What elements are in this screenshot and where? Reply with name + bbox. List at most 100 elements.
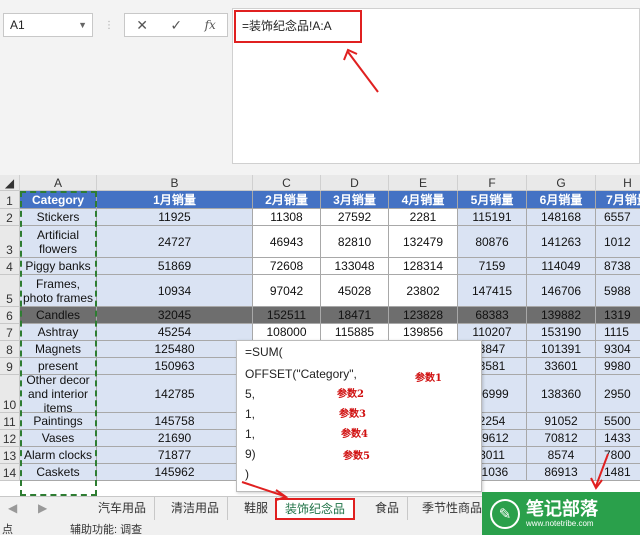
value-cell[interactable]: 139882: [527, 307, 596, 324]
value-cell[interactable]: 45028: [321, 275, 389, 307]
category-cell[interactable]: Alarm clocks: [20, 447, 97, 464]
value-cell[interactable]: 23802: [389, 275, 458, 307]
value-cell[interactable]: 153190: [527, 324, 596, 341]
row-header[interactable]: 2: [0, 209, 20, 226]
row-header[interactable]: 13: [0, 447, 20, 464]
value-cell[interactable]: 10934: [97, 275, 253, 307]
value-cell[interactable]: 2950: [596, 375, 640, 413]
value-cell[interactable]: 150963: [97, 358, 253, 375]
value-cell[interactable]: 1319: [596, 307, 640, 324]
value-cell[interactable]: 82810: [321, 226, 389, 258]
value-cell[interactable]: 9980: [596, 358, 640, 375]
value-cell[interactable]: 33601: [527, 358, 596, 375]
row-header[interactable]: 4: [0, 258, 20, 275]
value-cell[interactable]: 5988: [596, 275, 640, 307]
category-cell[interactable]: Magnets: [20, 341, 97, 358]
value-cell[interactable]: 1115: [596, 324, 640, 341]
value-cell[interactable]: 11925: [97, 209, 253, 226]
category-cell[interactable]: Artificial flowers: [20, 226, 97, 258]
value-cell[interactable]: 8574: [527, 447, 596, 464]
category-cell[interactable]: Other decor and interior items: [20, 375, 97, 413]
tab-sheet-6[interactable]: 季节性商品: [414, 497, 490, 520]
header-cell[interactable]: 5月销量: [458, 191, 527, 209]
row-header[interactable]: 10: [0, 375, 20, 413]
column-header[interactable]: F: [458, 175, 527, 191]
value-cell[interactable]: 71877: [97, 447, 253, 464]
value-cell[interactable]: 5500: [596, 413, 640, 430]
confirm-icon[interactable]: ✓: [170, 17, 182, 34]
category-cell[interactable]: Frames, photo frames: [20, 275, 97, 307]
value-cell[interactable]: 9304: [596, 341, 640, 358]
tab-sheet-2[interactable]: 清洁用品: [163, 497, 229, 520]
row-header[interactable]: 14: [0, 464, 20, 481]
value-cell[interactable]: 133048: [321, 258, 389, 275]
tab-sheet-5[interactable]: 食品: [367, 497, 409, 520]
value-cell[interactable]: 1012: [596, 226, 640, 258]
value-cell[interactable]: 7159: [458, 258, 527, 275]
splitter-icon[interactable]: ⋮: [104, 20, 115, 31]
value-cell[interactable]: 145962: [97, 464, 253, 481]
value-cell[interactable]: 51869: [97, 258, 253, 275]
header-cell[interactable]: 6月销量: [527, 191, 596, 209]
header-cell[interactable]: 7月销量: [596, 191, 640, 209]
value-cell[interactable]: 86913: [527, 464, 596, 481]
value-cell[interactable]: 152511: [253, 307, 321, 324]
category-cell[interactable]: Caskets: [20, 464, 97, 481]
value-cell[interactable]: 80876: [458, 226, 527, 258]
row-header[interactable]: 12: [0, 430, 20, 447]
value-cell[interactable]: 8738: [596, 258, 640, 275]
value-cell[interactable]: 141263: [527, 226, 596, 258]
value-cell[interactable]: 139856: [389, 324, 458, 341]
header-cell[interactable]: 3月销量: [321, 191, 389, 209]
header-cell[interactable]: 1月销量: [97, 191, 253, 209]
column-header[interactable]: A: [20, 175, 97, 191]
value-cell[interactable]: 72608: [253, 258, 321, 275]
value-cell[interactable]: 70812: [527, 430, 596, 447]
row-header[interactable]: 7: [0, 324, 20, 341]
row-header[interactable]: 1: [0, 191, 20, 209]
value-cell[interactable]: 46943: [253, 226, 321, 258]
value-cell[interactable]: 108000: [253, 324, 321, 341]
header-cell[interactable]: 4月销量: [389, 191, 458, 209]
chevron-down-icon[interactable]: ▼: [78, 20, 87, 30]
value-cell[interactable]: 146706: [527, 275, 596, 307]
cancel-icon[interactable]: ✕: [136, 17, 148, 34]
value-cell[interactable]: 2281: [389, 209, 458, 226]
category-cell[interactable]: Stickers: [20, 209, 97, 226]
value-cell[interactable]: 18471: [321, 307, 389, 324]
value-cell[interactable]: 138360: [527, 375, 596, 413]
value-cell[interactable]: 145758: [97, 413, 253, 430]
value-cell[interactable]: 97042: [253, 275, 321, 307]
value-cell[interactable]: 115191: [458, 209, 527, 226]
value-cell[interactable]: 110207: [458, 324, 527, 341]
column-header[interactable]: C: [253, 175, 321, 191]
column-header[interactable]: B: [97, 175, 253, 191]
row-header[interactable]: 5: [0, 275, 20, 307]
tab-prev-icon[interactable]: ◀: [0, 497, 30, 520]
value-cell[interactable]: 115885: [321, 324, 389, 341]
value-cell[interactable]: 101391: [527, 341, 596, 358]
column-header[interactable]: G: [527, 175, 596, 191]
value-cell[interactable]: 132479: [389, 226, 458, 258]
value-cell[interactable]: 128314: [389, 258, 458, 275]
value-cell[interactable]: 142785: [97, 375, 253, 413]
category-cell[interactable]: Ashtray: [20, 324, 97, 341]
value-cell[interactable]: 27592: [321, 209, 389, 226]
value-cell[interactable]: 114049: [527, 258, 596, 275]
column-header[interactable]: H: [596, 175, 640, 191]
category-cell[interactable]: Paintings: [20, 413, 97, 430]
category-cell[interactable]: present: [20, 358, 97, 375]
row-header[interactable]: 9: [0, 358, 20, 375]
value-cell[interactable]: 45254: [97, 324, 253, 341]
header-cell[interactable]: Category: [20, 191, 97, 209]
row-header[interactable]: 3: [0, 226, 20, 258]
insert-function-icon[interactable]: fx: [205, 18, 216, 32]
value-cell[interactable]: 1433: [596, 430, 640, 447]
value-cell[interactable]: 125480: [97, 341, 253, 358]
value-cell[interactable]: 6557: [596, 209, 640, 226]
name-box[interactable]: A1 ▼: [3, 13, 93, 37]
tab-sheet-1[interactable]: 汽车用品: [90, 497, 156, 520]
column-header[interactable]: E: [389, 175, 458, 191]
value-cell[interactable]: 11308: [253, 209, 321, 226]
tab-next-icon[interactable]: ▶: [30, 497, 60, 520]
